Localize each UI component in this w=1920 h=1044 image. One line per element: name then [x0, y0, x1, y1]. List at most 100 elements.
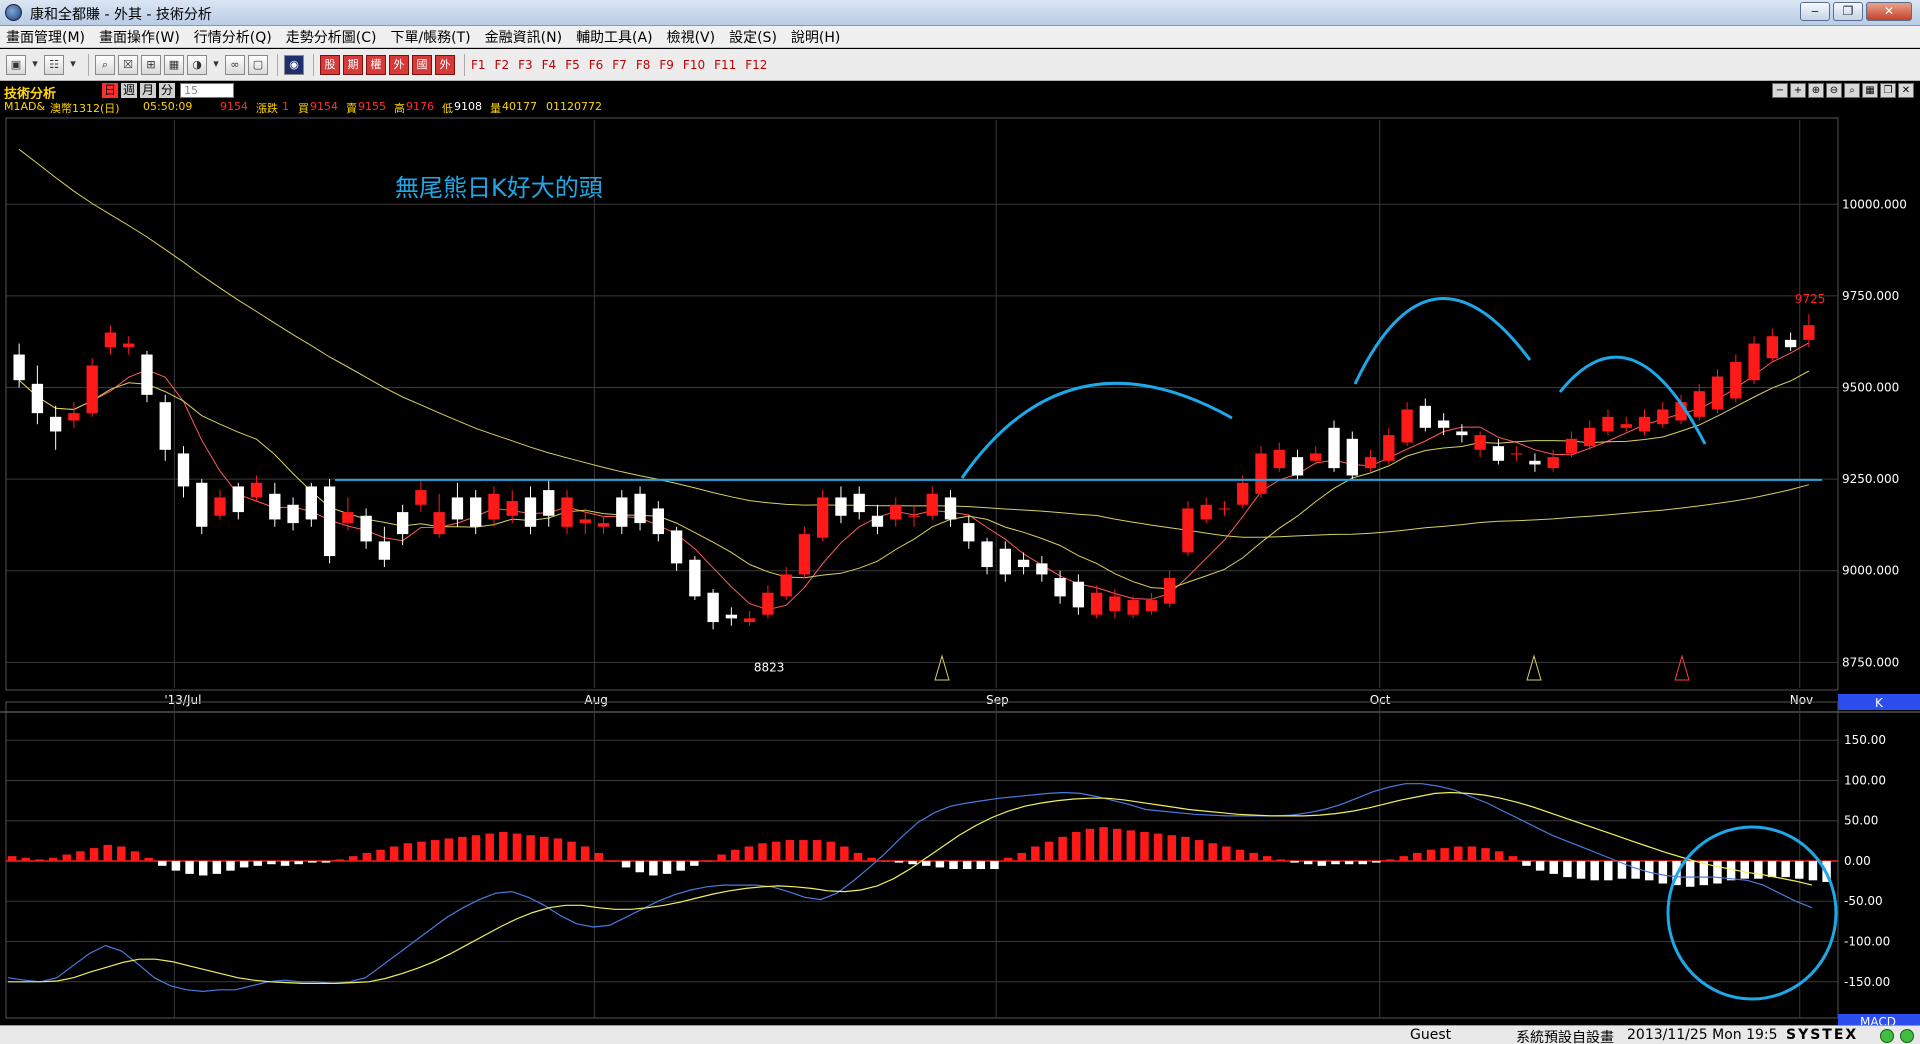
candle-body	[177, 453, 190, 487]
options-button[interactable]: 權	[366, 54, 386, 75]
fkey-button[interactable]: F4	[542, 58, 557, 72]
macd-histogram-bar	[198, 860, 208, 876]
toolbar-divider	[313, 53, 314, 76]
quote-bid-label: 買	[298, 102, 309, 115]
macd-histogram-bar	[1795, 860, 1804, 879]
macd-histogram-bar	[894, 860, 904, 863]
minus-icon[interactable]: −	[1772, 83, 1788, 98]
macd-histogram-bar	[1385, 859, 1395, 861]
macd-histogram-bar	[1167, 835, 1177, 861]
candle-body	[1237, 482, 1249, 505]
fkey-button[interactable]: F6	[589, 58, 604, 72]
fkey-button[interactable]: F12	[745, 58, 767, 72]
menu-item-view[interactable]: 檢視(V)	[667, 27, 716, 47]
macd-histogram-bar	[376, 849, 385, 861]
macd-histogram-bar	[1153, 833, 1163, 861]
macd-histogram-bar	[1658, 860, 1668, 884]
menu-item-settings[interactable]: 設定(S)	[729, 27, 777, 47]
menu-item-order-account[interactable]: 下單/帳務(T)	[390, 27, 470, 47]
macd-histogram-bar	[144, 857, 153, 861]
minimize-button[interactable]: ‒	[1800, 2, 1830, 21]
macd-histogram-bar	[1303, 860, 1313, 865]
candle-body	[1255, 453, 1267, 494]
candle-body	[1401, 409, 1413, 443]
menu-item-trend-chart[interactable]: 走勢分析圖(C)	[286, 27, 377, 47]
macd-histogram-bar	[1126, 830, 1136, 861]
macd-histogram-bar	[1535, 860, 1545, 871]
menu-item-quote-analysis[interactable]: 行情分析(Q)	[194, 27, 272, 47]
dropdown-icon[interactable]: ▾	[210, 55, 222, 75]
signal-triangle-icon	[934, 654, 950, 681]
menu-item-tools[interactable]: 輔助工具(A)	[576, 27, 653, 47]
intl-button[interactable]: 國	[412, 54, 432, 75]
forex-button[interactable]: 外	[435, 54, 455, 75]
menu-item-screen-manage[interactable]: 畫面管理(M)	[6, 27, 85, 47]
quote-volume-label: 量	[490, 102, 501, 115]
candle-body	[214, 497, 226, 516]
globe-icon[interactable]: ◉	[284, 54, 304, 75]
period-minute-tab[interactable]: 分	[159, 83, 176, 98]
period-day-tab[interactable]: 日	[102, 83, 119, 98]
fkey-button[interactable]: F2	[495, 58, 510, 72]
window-icon[interactable]: ▢	[248, 54, 268, 75]
link-icon[interactable]: ∞	[225, 54, 245, 75]
fkey-button[interactable]: F11	[714, 58, 736, 72]
menu-item-finance-info[interactable]: 金融資訊(N)	[485, 27, 562, 47]
macd-histogram-bar	[1140, 832, 1149, 861]
window-icon[interactable]: ▣	[6, 54, 26, 75]
grid-icon[interactable]: ▦	[1862, 83, 1878, 98]
restore-icon[interactable]: ❐	[1880, 83, 1896, 98]
macd-histogram-bar	[1426, 849, 1436, 861]
plus-icon[interactable]: +	[1790, 83, 1806, 98]
period-week-tab[interactable]: 週	[121, 83, 138, 98]
minute-select[interactable]: 15	[180, 83, 234, 98]
grid-icon[interactable]: ▦	[164, 54, 184, 75]
fkey-button[interactable]: F7	[612, 58, 627, 72]
menu-item-help[interactable]: 說明(H)	[791, 27, 840, 47]
fkey-button[interactable]: F10	[683, 58, 705, 72]
pie-icon[interactable]: ◑	[187, 54, 207, 75]
chart-icon[interactable]: ☷	[44, 54, 64, 75]
dropdown-icon[interactable]: ▾	[29, 55, 41, 75]
zoom-out-icon[interactable]: ⊖	[1826, 83, 1842, 98]
candle-body	[1693, 391, 1705, 417]
toolbar: ▣ ▾ ☷ ▾ ⌕ ☒ ⊞ ▦ ◑ ▾ ∞ ▢ ◉ 股 期 權 外 國 外 F1…	[0, 49, 1920, 81]
futures-button[interactable]: 期	[343, 54, 363, 75]
layout-icon[interactable]: ⊞	[141, 54, 161, 75]
fkey-button[interactable]: F9	[659, 58, 674, 72]
fkey-button[interactable]: F3	[518, 58, 533, 72]
macd-histogram-bar	[608, 860, 617, 862]
macd-histogram-bar	[553, 838, 563, 861]
candle-body	[853, 493, 865, 513]
period-month-tab[interactable]: 月	[140, 83, 157, 98]
restore-button[interactable]: ❐	[1833, 2, 1863, 21]
toolbar-divider	[277, 53, 278, 76]
menu-item-screen-operate[interactable]: 畫面操作(W)	[99, 27, 180, 47]
macd-histogram-bar	[690, 860, 699, 866]
candle-body	[798, 534, 811, 575]
macd-histogram-bar	[1181, 836, 1190, 861]
fkey-button[interactable]: F1	[471, 58, 486, 72]
macd-histogram-bar	[1358, 860, 1367, 865]
zoom-in-icon[interactable]: ⊕	[1808, 83, 1824, 98]
fkey-button[interactable]: F5	[565, 58, 580, 72]
dropdown-icon[interactable]: ▾	[67, 55, 79, 75]
title-bar: 康和全都賺 - 外其 - 技術分析 ‒ ❐ ✕	[0, 0, 1920, 26]
close-icon[interactable]: ✕	[1898, 83, 1914, 98]
fkey-button[interactable]: F8	[636, 58, 651, 72]
candle-body	[141, 354, 153, 395]
close-icon[interactable]: ☒	[118, 54, 138, 75]
signal-triangle-icon	[1674, 654, 1690, 681]
stock-button[interactable]: 股	[320, 54, 340, 75]
close-button[interactable]: ✕	[1866, 2, 1912, 21]
search-icon[interactable]: ⌕	[1844, 83, 1860, 98]
macd-panel-frame	[5, 701, 1839, 1019]
technical-chart[interactable]: 8750.000 9000.000 9250.000 9500.000 9750.000…	[0, 116, 1920, 1028]
quote-row: M1AD& 澳幣1312(日) 05:50:09 9154 漲跌 1 買 915…	[0, 99, 1920, 115]
candle-body	[1766, 336, 1779, 359]
high-price-marker: 9725	[1795, 292, 1826, 306]
search-icon[interactable]: ⌕	[95, 54, 115, 75]
candle-body	[670, 530, 683, 564]
status-bar: Guest 系統預設自設畫 2013/11/25 Mon 19:5 SYSTEX	[0, 1025, 1920, 1044]
foreign-button[interactable]: 外	[389, 54, 409, 75]
